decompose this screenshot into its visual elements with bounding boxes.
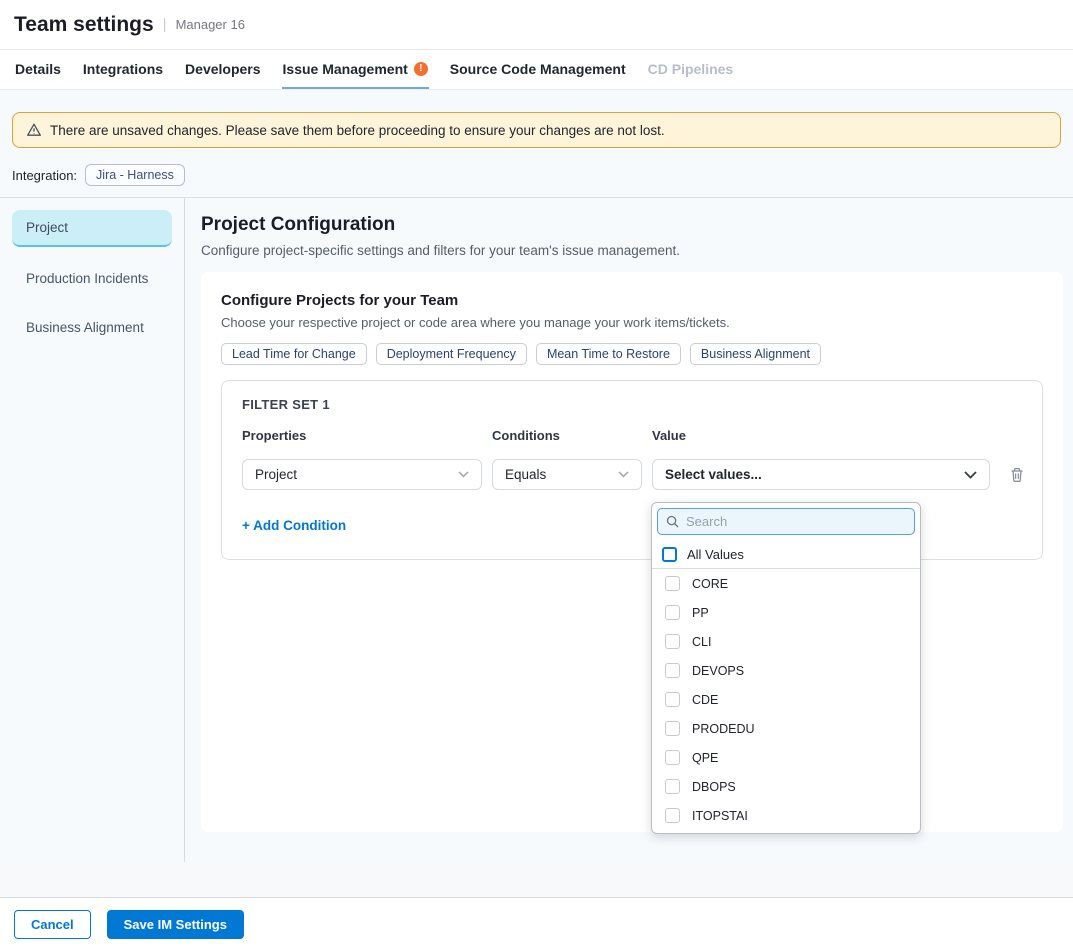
- option-pipe[interactable]: PIPE: [652, 830, 920, 834]
- dropdown-search: [657, 508, 915, 535]
- configure-projects-card: Configure Projects for your Team Choose …: [201, 272, 1063, 832]
- integration-chip[interactable]: Jira - Harness: [85, 164, 185, 186]
- issue-management-panel: There are unsaved changes. Please save t…: [0, 90, 1073, 862]
- checkbox[interactable]: [665, 750, 680, 765]
- integration-label: Integration:: [12, 168, 77, 183]
- save-im-settings-button[interactable]: Save IM Settings: [107, 910, 244, 939]
- checkbox[interactable]: [665, 576, 680, 591]
- tag-mean-time-to-restore: Mean Time to Restore: [536, 343, 681, 365]
- unsaved-changes-badge-icon: !: [414, 62, 428, 76]
- column-label-conditions: Conditions: [492, 428, 642, 443]
- tag-deployment-frequency: Deployment Frequency: [376, 343, 527, 365]
- sidebar-item-project[interactable]: Project: [12, 210, 172, 247]
- sidebar-item-production-incidents[interactable]: Production Incidents: [12, 261, 172, 296]
- option-qpe[interactable]: QPE: [652, 743, 920, 772]
- checkbox[interactable]: [665, 634, 680, 649]
- chevron-down-icon: [458, 471, 469, 478]
- checkbox[interactable]: [665, 808, 680, 823]
- title-separator: |: [163, 16, 167, 33]
- card-description: Choose your respective project or code a…: [221, 315, 1043, 330]
- footer-spacer: [0, 862, 1073, 897]
- tab-developers[interactable]: Developers: [184, 50, 261, 89]
- option-pp[interactable]: PP: [652, 598, 920, 627]
- value-options-dropdown: All Values CORE PP CLI DEVOPS CDE PRODED…: [651, 502, 921, 834]
- project-configuration-section: Project Configuration Configure project-…: [185, 198, 1073, 862]
- page-header: Team settings | Manager 16: [0, 0, 1073, 50]
- option-itopstai[interactable]: ITOPSTAI: [652, 801, 920, 830]
- properties-select[interactable]: Project: [242, 459, 482, 490]
- warning-icon: [26, 122, 42, 138]
- checkbox[interactable]: [665, 663, 680, 678]
- dropdown-search-input[interactable]: [686, 514, 906, 529]
- search-icon: [666, 515, 679, 528]
- tab-issue-management[interactable]: Issue Management !: [282, 50, 429, 89]
- column-label-value: Value: [652, 428, 990, 443]
- footer-actions: Cancel Save IM Settings: [0, 897, 1073, 951]
- option-cde[interactable]: CDE: [652, 685, 920, 714]
- checkbox[interactable]: [665, 779, 680, 794]
- sidebar-item-business-alignment[interactable]: Business Alignment: [12, 310, 172, 345]
- column-label-properties: Properties: [242, 428, 482, 443]
- checkbox[interactable]: [665, 605, 680, 620]
- banner-text: There are unsaved changes. Please save t…: [50, 123, 665, 138]
- option-dbops[interactable]: DBOPS: [652, 772, 920, 801]
- metric-tags: Lead Time for Change Deployment Frequenc…: [221, 343, 1043, 365]
- team-name: Manager 16: [176, 17, 245, 32]
- settings-sidebar: Project Production Incidents Business Al…: [0, 198, 185, 862]
- option-devops[interactable]: DEVOPS: [652, 656, 920, 685]
- tag-business-alignment: Business Alignment: [690, 343, 821, 365]
- tab-details[interactable]: Details: [14, 50, 62, 89]
- filter-set-1: FILTER SET 1 Properties Conditions Value…: [221, 380, 1043, 560]
- settings-tabbar: Details Integrations Developers Issue Ma…: [0, 50, 1073, 90]
- tag-lead-time-for-change: Lead Time for Change: [221, 343, 367, 365]
- chevron-down-icon: [618, 471, 629, 478]
- option-all-values[interactable]: All Values: [652, 540, 920, 569]
- delete-filter-row-icon[interactable]: [1008, 466, 1026, 484]
- section-description: Configure project-specific settings and …: [201, 243, 1063, 258]
- option-cli[interactable]: CLI: [652, 627, 920, 656]
- filter-set-title: FILTER SET 1: [242, 397, 1022, 412]
- option-core[interactable]: CORE: [652, 569, 920, 598]
- card-title: Configure Projects for your Team: [221, 292, 1043, 309]
- checkbox[interactable]: [665, 692, 680, 707]
- conditions-select[interactable]: Equals: [492, 459, 642, 490]
- page-title: Team settings: [14, 13, 154, 37]
- add-condition-button[interactable]: + Add Condition: [242, 518, 346, 533]
- tab-cd-pipelines: CD Pipelines: [647, 50, 735, 89]
- all-values-checkbox[interactable]: [662, 547, 677, 562]
- integration-row: Integration: Jira - Harness: [12, 162, 1061, 188]
- tab-source-code-management[interactable]: Source Code Management: [449, 50, 627, 89]
- value-select[interactable]: Select values...: [652, 459, 990, 490]
- tab-integrations[interactable]: Integrations: [82, 50, 164, 89]
- unsaved-changes-banner: There are unsaved changes. Please save t…: [12, 112, 1061, 148]
- chevron-down-icon: [964, 471, 977, 479]
- option-prodedu[interactable]: PRODEDU: [652, 714, 920, 743]
- cancel-button[interactable]: Cancel: [14, 910, 91, 939]
- checkbox[interactable]: [665, 721, 680, 736]
- section-title: Project Configuration: [201, 214, 1063, 236]
